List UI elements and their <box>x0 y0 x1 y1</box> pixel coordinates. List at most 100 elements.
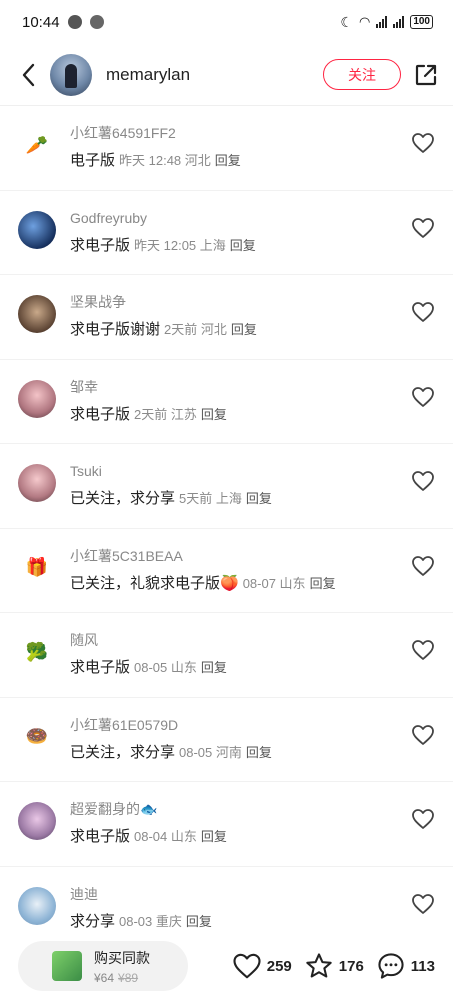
comment-body: 小红薯64591FF2 电子版 昨天 12:48 河北 回复 <box>70 124 435 171</box>
comment-author[interactable]: 小红薯64591FF2 <box>70 124 435 142</box>
engagement-stats: 259 176 113 <box>188 952 435 980</box>
heart-icon[interactable] <box>411 217 435 239</box>
status-bar: 10:44 ☾ ◠ 100 <box>0 0 453 44</box>
reply-button[interactable]: 回复 <box>231 322 257 337</box>
comment-meta: 08-05 山东 <box>134 660 197 675</box>
back-button[interactable] <box>16 63 40 87</box>
user-avatar[interactable] <box>18 210 56 249</box>
wifi-icon: ◠ <box>358 14 371 29</box>
reply-button[interactable]: 回复 <box>201 829 227 844</box>
comment-body: 邹幸 求电子版 2天前 江苏 回复 <box>70 378 435 425</box>
comment-author[interactable]: 坚果战争 <box>70 293 435 311</box>
user-avatar[interactable] <box>18 802 56 840</box>
heart-icon[interactable] <box>411 555 435 577</box>
comment-meta: 08-07 山东 <box>242 575 306 591</box>
collect-button[interactable]: 176 <box>304 952 364 980</box>
comment-line: 已关注，求分享 08-05 河南 回复 <box>70 743 435 763</box>
reply-button[interactable]: 回复 <box>201 407 227 422</box>
status-time: 10:44 <box>22 13 60 31</box>
comment-item: 坚果战争 求电子版谢谢 2天前 河北 回复 <box>0 275 453 360</box>
comment-meta: 08-04 山东 <box>134 829 197 844</box>
reply-button[interactable]: 回复 <box>201 660 227 675</box>
heart-icon[interactable] <box>411 132 435 154</box>
comment-line: 求电子版 昨天 12:05 上海 回复 <box>70 236 435 256</box>
comment-text: 求电子版 <box>70 236 131 254</box>
like-button[interactable]: 259 <box>232 952 292 980</box>
comment-count: 113 <box>410 957 435 975</box>
comment-line: 电子版 昨天 12:48 河北 回复 <box>70 151 435 171</box>
heart-icon[interactable] <box>411 470 435 492</box>
user-avatar[interactable] <box>18 379 56 418</box>
comment-author[interactable]: 邹幸 <box>70 378 435 396</box>
comment-item: 🍩 小红薯61E0579D 已关注，求分享 08-05 河南 回复 <box>0 698 453 782</box>
collect-count: 176 <box>338 957 364 975</box>
comment-item: 超爱翻身的🐟 求电子版 08-04 山东 回复 <box>0 782 453 867</box>
moon-icon: ☾ <box>340 13 353 30</box>
broccoli-avatar[interactable]: 🥦 <box>18 633 56 671</box>
heart-icon[interactable] <box>411 893 435 915</box>
heart-icon[interactable] <box>411 808 435 830</box>
signal-icon-2 <box>393 16 405 28</box>
user-avatar[interactable] <box>18 295 56 333</box>
status-right: ☾ ◠ 100 <box>340 14 433 31</box>
reply-button[interactable]: 回复 <box>186 914 212 929</box>
comment-body: Tsuki 已关注，求分享 5天前 上海 回复 <box>70 462 435 509</box>
comment-body: 迪迪 求分享 08-03 重庆 回复 <box>70 885 435 932</box>
original-price: ¥89 <box>118 970 139 985</box>
comment-line: 求电子版 08-04 山东 回复 <box>70 827 435 847</box>
comment-bubble-icon <box>378 953 404 979</box>
author-avatar[interactable] <box>50 53 92 96</box>
comment-author[interactable]: 小红薯61E0579D <box>70 716 435 734</box>
back-arrow-icon <box>22 63 35 86</box>
comment-meta: 08-05 河南 <box>179 744 242 760</box>
comment-text: 求电子版 <box>70 828 131 845</box>
reply-button[interactable]: 回复 <box>246 745 272 760</box>
comment-meta: 昨天 12:05 上海 <box>134 237 226 253</box>
note-header: memarylan 关注 <box>0 44 453 106</box>
current-price: ¥64 <box>94 970 115 985</box>
comment-text: 已关注，礼貌求电子版🍑 <box>70 574 239 592</box>
bottom-bar: 购买同款 ¥64 ¥89 259 176 113 <box>0 932 453 1000</box>
heart-icon[interactable] <box>411 386 435 408</box>
user-avatar[interactable] <box>18 464 56 502</box>
comment-button[interactable]: 113 <box>376 952 435 980</box>
share-button[interactable] <box>413 62 439 88</box>
heart-icon[interactable] <box>411 301 435 323</box>
carrot-avatar[interactable]: 🥕 <box>18 126 56 164</box>
user-avatar[interactable] <box>18 886 56 925</box>
donut-avatar[interactable]: 🍩 <box>18 717 56 756</box>
comment-body: 随风 求电子版 08-05 山东 回复 <box>70 631 435 678</box>
follow-button[interactable]: 关注 <box>323 59 401 90</box>
comment-author[interactable]: 迪迪 <box>70 885 435 903</box>
comment-author[interactable]: 随风 <box>70 631 435 649</box>
comment-list: 🥕 小红薯64591FF2 电子版 昨天 12:48 河北 回复 Godfreyru… <box>0 106 453 951</box>
gift-avatar[interactable]: 🎁 <box>18 548 56 587</box>
buy-price: ¥64 ¥89 <box>94 971 150 985</box>
like-count: 259 <box>266 957 292 975</box>
comment-line: 求分享 08-03 重庆 回复 <box>70 912 435 932</box>
comment-item: Tsuki 已关注，求分享 5天前 上海 回复 <box>0 444 453 529</box>
comment-body: 小红薯5C31BEAA 已关注，礼貌求电子版🍑 08-07 山东 回复 <box>70 547 435 594</box>
comment-body: 坚果战争 求电子版谢谢 2天前 河北 回复 <box>70 293 435 340</box>
star-icon <box>306 953 332 978</box>
reply-button[interactable]: 回复 <box>230 238 256 253</box>
comment-text: 求电子版 <box>70 659 131 676</box>
heart-icon[interactable] <box>411 724 435 746</box>
reply-button[interactable]: 回复 <box>246 491 272 506</box>
comment-meta: 08-03 重庆 <box>119 913 182 929</box>
buy-title: 购买同款 <box>94 949 150 966</box>
heart-icon <box>233 953 261 979</box>
comment-author[interactable]: Tsuki <box>70 462 435 480</box>
reply-button[interactable]: 回复 <box>310 576 336 591</box>
heart-icon[interactable] <box>411 639 435 661</box>
app-notification-icon <box>89 15 104 29</box>
reply-button[interactable]: 回复 <box>215 153 241 168</box>
buy-info: 购买同款 ¥64 ¥89 <box>94 948 150 985</box>
comment-author[interactable]: Godfreyruby <box>70 209 435 227</box>
author-name[interactable]: memarylan <box>106 65 323 85</box>
comment-author[interactable]: 超爱翻身的🐟 <box>70 800 435 818</box>
comment-meta: 2天前 江苏 <box>134 406 197 422</box>
comment-author[interactable]: 小红薯5C31BEAA <box>70 547 435 565</box>
comment-line: 求电子版 2天前 江苏 回复 <box>70 405 435 425</box>
buy-same-button[interactable]: 购买同款 ¥64 ¥89 <box>18 941 188 991</box>
